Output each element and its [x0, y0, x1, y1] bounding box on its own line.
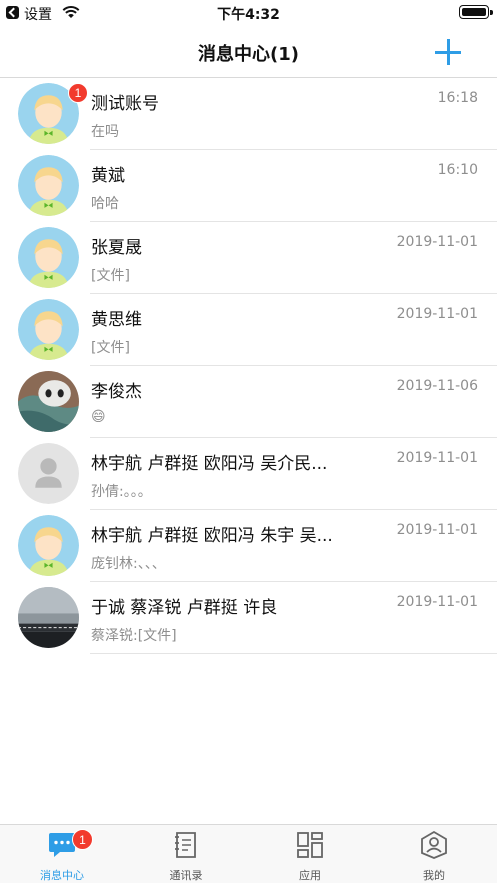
- message-center-screen: 设置 下午4:32 消息中心(1) 1 测试账号 16:18 在吗 黄斌 16:…: [0, 0, 497, 883]
- conversation-time: 2019-11-01: [396, 234, 478, 250]
- conversation-list: 1 测试账号 16:18 在吗 黄斌 16:10 哈哈 张夏晟 2019-11-…: [0, 78, 497, 654]
- cartoon-avatar-icon: [18, 155, 79, 216]
- apps-grid-icon: [297, 832, 323, 858]
- tab-bar: 1 消息中心 通讯录 应用 我的: [0, 824, 497, 883]
- conversation-name: 于诚 蔡泽锐 卢群挺 许良: [91, 598, 278, 618]
- conversation-preview: 在吗: [91, 124, 119, 140]
- conversation-preview: [文件]: [91, 340, 130, 356]
- conversation-time: 2019-11-01: [396, 594, 478, 610]
- tab-messages[interactable]: 1 消息中心: [0, 825, 124, 883]
- conversation-name: 测试账号: [91, 94, 159, 114]
- conversation-name: 黄斌: [91, 166, 125, 186]
- cartoon-avatar-icon: [18, 227, 79, 288]
- conversation-row[interactable]: 黄斌 16:10 哈哈: [0, 150, 497, 222]
- tab-label: 我的: [423, 869, 445, 882]
- conversation-preview: 哈哈: [91, 196, 119, 212]
- contacts-book-icon: [175, 832, 196, 858]
- conversation-name: 林宇航 卢群挺 欧阳冯 朱宇 吴...: [91, 526, 333, 546]
- conversation-row[interactable]: 于诚 蔡泽锐 卢群挺 许良 2019-11-01 蔡泽锐:[文件]: [0, 582, 497, 654]
- conversation-preview: 孙倩:。。。: [91, 484, 152, 500]
- conversation-time: 16:18: [437, 90, 478, 106]
- profile-icon: [421, 831, 447, 859]
- tab-me[interactable]: 我的: [372, 825, 496, 883]
- conversation-row[interactable]: 张夏晟 2019-11-01 [文件]: [0, 222, 497, 294]
- conversation-preview: 庞钊林:、、、: [91, 556, 166, 572]
- conversation-time: 2019-11-06: [396, 378, 478, 394]
- conversation-row[interactable]: 黄思维 2019-11-01 [文件]: [0, 294, 497, 366]
- conversation-name: 张夏晟: [91, 238, 142, 258]
- conversation-preview: 😄: [91, 409, 106, 425]
- cartoon-avatar-icon: [18, 515, 79, 576]
- conversation-preview: [文件]: [91, 268, 130, 284]
- status-bar: 设置 下午4:32: [0, 0, 497, 26]
- conversation-time: 2019-11-01: [396, 306, 478, 322]
- unread-badge: 1: [68, 83, 88, 103]
- conversation-time: 2019-11-01: [396, 522, 478, 538]
- status-time: 下午4:32: [217, 7, 280, 23]
- conversation-row[interactable]: 林宇航 卢群挺 欧阳冯 朱宇 吴... 2019-11-01 庞钊林:、、、: [0, 510, 497, 582]
- tab-unread-badge: 1: [72, 829, 93, 850]
- plus-icon[interactable]: [434, 38, 462, 66]
- conversation-row[interactable]: 林宇航 卢群挺 欧阳冯 吴介民... 2019-11-01 孙倩:。。。: [0, 438, 497, 510]
- cartoon-avatar-icon: [18, 299, 79, 360]
- conversation-name: 黄思维: [91, 310, 142, 330]
- tab-label: 通讯录: [169, 869, 203, 882]
- conversation-row[interactable]: 1 测试账号 16:18 在吗: [0, 78, 497, 150]
- tab-contacts[interactable]: 通讯录: [124, 825, 248, 883]
- battery-icon: [459, 5, 493, 19]
- page-title: 消息中心(1): [198, 44, 299, 65]
- row-divider: [90, 653, 497, 654]
- conversation-preview: 蔡泽锐:[文件]: [91, 628, 177, 644]
- conversation-time: 16:10: [437, 162, 478, 178]
- conversation-row[interactable]: 李俊杰 2019-11-06 😄: [0, 366, 497, 438]
- tab-apps[interactable]: 应用: [248, 825, 372, 883]
- photo-avatar-icon: [18, 587, 79, 648]
- conversation-name: 李俊杰: [91, 382, 142, 402]
- tab-label: 应用: [299, 869, 321, 882]
- tab-label: 消息中心: [40, 869, 84, 882]
- person-placeholder-icon: [18, 443, 79, 504]
- photo-avatar-icon: [18, 371, 79, 432]
- conversation-name: 林宇航 卢群挺 欧阳冯 吴介民...: [91, 454, 328, 474]
- conversation-time: 2019-11-01: [396, 450, 478, 466]
- nav-bar: 消息中心(1): [0, 26, 497, 78]
